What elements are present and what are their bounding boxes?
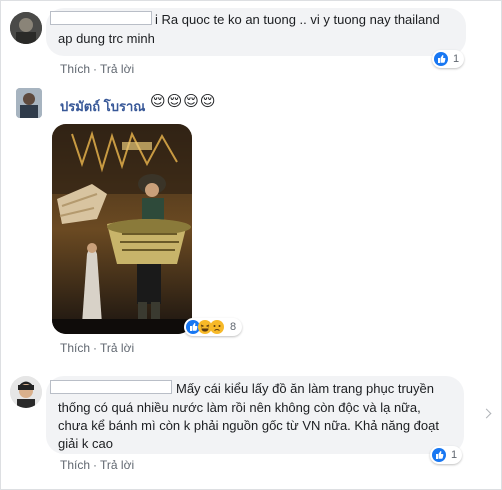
separator: · <box>93 341 98 355</box>
avatar[interactable] <box>10 12 42 44</box>
like-icon <box>432 448 446 462</box>
comment-actions: Thích · Trả lời <box>60 341 134 355</box>
reaction-count: 1 <box>453 53 460 65</box>
reaction-summary[interactable]: 8 <box>184 318 242 336</box>
avatar[interactable] <box>16 88 42 118</box>
like-link[interactable]: Thích <box>60 62 90 76</box>
reaction-summary[interactable]: 1 <box>432 50 464 68</box>
comment-text: ap dung trc minh <box>58 31 155 46</box>
reply-link[interactable]: Trả lời <box>100 458 134 472</box>
comment-text: chưa kể bánh mì còn k phải nguồn gốc từ … <box>58 418 439 433</box>
reaction-summary[interactable]: 1 <box>430 446 462 464</box>
reply-link[interactable]: Trả lời <box>100 62 134 76</box>
like-icon <box>434 52 448 66</box>
redacted-username <box>50 380 172 394</box>
like-link[interactable]: Thích <box>60 458 90 472</box>
avatar[interactable] <box>10 376 42 408</box>
comment-emojis: 😌😌😌😌 <box>150 93 217 110</box>
commenter-name[interactable]: ปรมัตถ์ โบราณ <box>60 96 145 117</box>
redacted-username <box>50 11 152 25</box>
reaction-count: 8 <box>230 321 237 333</box>
comment-text: giải k cao <box>58 436 113 451</box>
comment-actions: Thích · Trả lời <box>60 458 134 472</box>
comment-text: i Ra quoc te ko an tuong .. vi y tuong n… <box>155 12 440 27</box>
reaction-count: 1 <box>451 449 458 461</box>
separator: · <box>93 62 98 76</box>
comment-actions: Thích · Trả lời <box>60 62 134 76</box>
reply-link[interactable]: Trả lời <box>100 341 134 355</box>
comment-photo[interactable] <box>52 124 192 334</box>
comment-text: Mấy cái kiểu lấy đồ ăn làm trang phục tr… <box>176 381 434 396</box>
sad-icon <box>210 320 224 334</box>
like-link[interactable]: Thích <box>60 341 90 355</box>
comment-text: thống có quá nhiều nước làm rồi nên khôn… <box>58 400 421 415</box>
separator: · <box>93 458 98 472</box>
